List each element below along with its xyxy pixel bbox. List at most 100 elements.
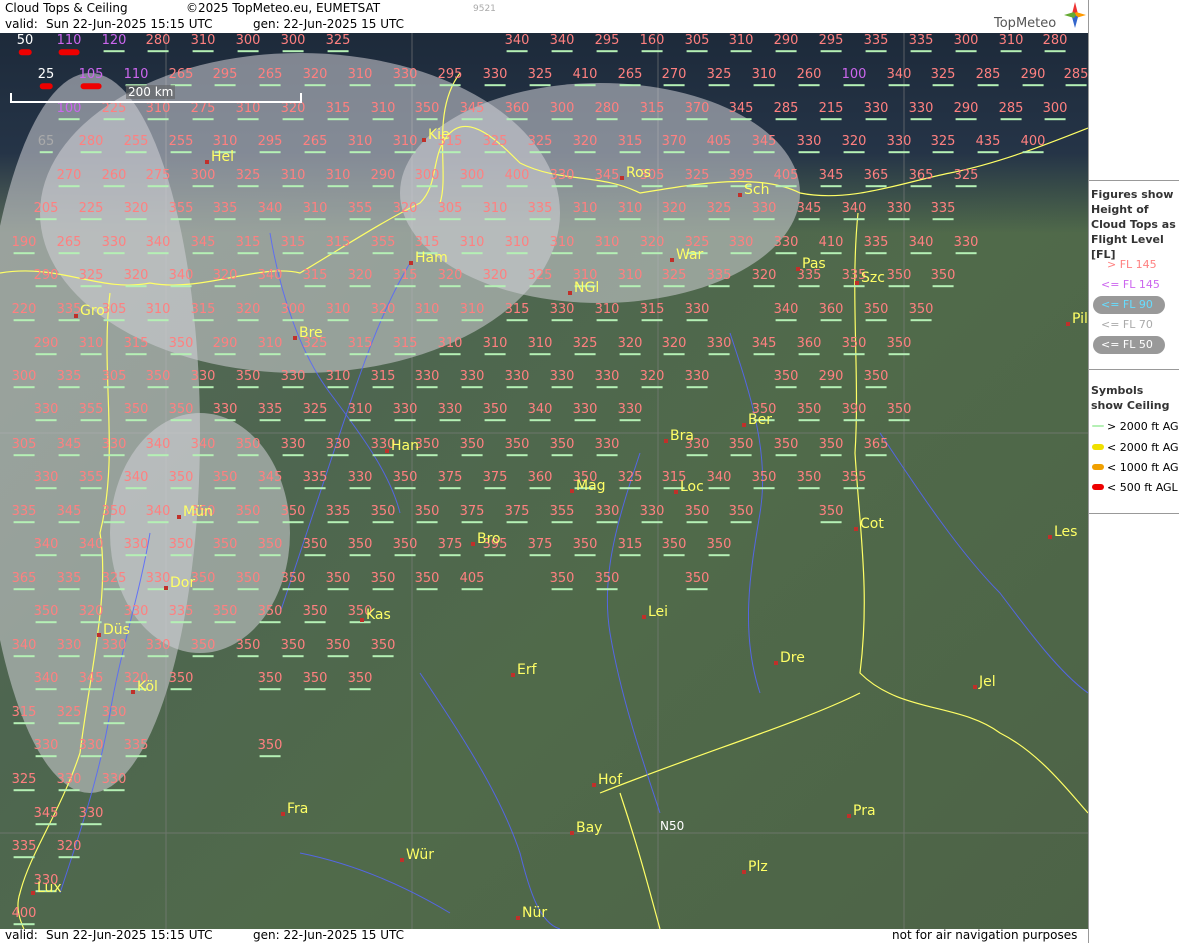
ceiling-symbol: [192, 118, 214, 121]
ceiling-symbol: [1044, 118, 1066, 121]
city-dot: [670, 258, 674, 262]
cloud-top-value: 260: [797, 68, 821, 87]
cloud-top-value: 330: [685, 370, 709, 389]
cloud-top-value: 110: [57, 34, 81, 56]
ceiling-symbol: [865, 454, 887, 457]
cloud-top-value: 365: [12, 572, 36, 591]
cloud-top-value: 335: [528, 202, 552, 221]
cloud-top-value: 350: [729, 505, 753, 524]
ceiling-symbol: [775, 185, 797, 188]
cloud-top-value: 310: [371, 102, 395, 121]
ceiling-symbol: [13, 386, 35, 389]
ceiling-symbol: [865, 386, 887, 389]
ceiling-symbol: [529, 218, 551, 221]
ceiling-symbol: [304, 554, 326, 557]
ceiling-symbol: [214, 419, 236, 422]
ceiling-symbol: [641, 118, 663, 121]
cloud-top-value: 300: [1043, 102, 1067, 121]
city-label: Lei: [642, 604, 668, 620]
cloud-top-value: 320: [662, 337, 686, 356]
ceiling-symbol: [663, 285, 685, 288]
ceiling-symbol: [80, 554, 102, 557]
cloud-top-value: 330: [438, 403, 462, 422]
ceiling-symbol: [619, 151, 641, 154]
cloud-top-value: 315: [348, 337, 372, 356]
cloud-top-value: 325: [57, 706, 81, 725]
ceiling-symbol: [259, 218, 281, 221]
ceiling-symbol: [80, 419, 102, 422]
ceiling-symbol: [170, 688, 192, 691]
cloud-top-value: 340: [191, 438, 215, 457]
cloud-top-value: 290: [1021, 68, 1045, 87]
cloud-top-value: 310: [326, 303, 350, 322]
cloud-top-value: 330: [595, 505, 619, 524]
cloud-top-value: 345: [79, 672, 103, 691]
cloud-top-value: 350: [887, 403, 911, 422]
cloud-top-value: 265: [258, 68, 282, 87]
cloud-top-value: 350: [415, 102, 439, 121]
cloud-top-value: 315: [393, 337, 417, 356]
ceiling-symbol: [955, 185, 977, 188]
symbol-label-1: > 2000 ft AGL: [1107, 420, 1179, 433]
cloud-top-value: 330: [505, 370, 529, 389]
city-dot: [281, 812, 285, 816]
symbol-below-2000: [1092, 444, 1104, 450]
cloud-top-value: 310: [348, 135, 372, 154]
cloud-top-value: 315: [281, 236, 305, 255]
ceiling-symbol: [484, 218, 506, 221]
cloud-top-value: 325: [79, 269, 103, 288]
compass-logo-icon: [1064, 2, 1086, 28]
ceiling-symbol: [686, 588, 708, 591]
cloud-top-value: 330: [752, 202, 776, 221]
city-label: Erf: [511, 662, 537, 678]
ceiling-symbol: [170, 218, 192, 221]
cloud-top-value: 405: [460, 572, 484, 591]
ceiling-symbol: [103, 386, 125, 389]
cloud-top-value: 325: [707, 68, 731, 87]
ceiling-symbol: [282, 588, 304, 591]
ceiling-symbol: [753, 285, 775, 288]
ceiling-symbol: [1000, 118, 1022, 121]
ceiling-symbol: [663, 151, 685, 154]
cloud-top-value: 330: [348, 471, 372, 490]
ceiling-symbol: [820, 386, 842, 389]
cloud-top-value: 320: [662, 202, 686, 221]
ceiling-symbol: [58, 856, 80, 859]
cloud-top-value: 325: [483, 135, 507, 154]
cloud-top-value: 300: [236, 34, 260, 53]
ceiling-symbol: [484, 487, 506, 490]
ceiling-symbol: [327, 118, 349, 121]
cloud-top-value: 355: [169, 202, 193, 221]
ceiling-symbol: [461, 252, 483, 255]
ceiling-symbol: [461, 454, 483, 457]
ceiling-symbol: [394, 554, 416, 557]
cloud-top-value: 330: [79, 739, 103, 758]
city-dot: [385, 449, 389, 453]
cloud-top-value: 350: [371, 572, 395, 591]
ceiling-symbol: [125, 755, 147, 758]
city-label: Bro: [471, 531, 501, 547]
ceiling-symbol: [529, 84, 551, 87]
ceiling-symbol: [237, 185, 259, 188]
ceiling-symbol: [932, 218, 954, 221]
cloud-top-value: 315: [640, 102, 664, 121]
satellite-map[interactable]: 50 110 120 280 310 300 300 325 340 340 295 160 305 31…: [0, 33, 1088, 929]
cloud-top-value: 315: [236, 236, 260, 255]
cloud-top-value: 345: [57, 505, 81, 524]
cloud-top-value: 320: [483, 269, 507, 288]
cloud-top-value: 325: [931, 68, 955, 87]
city-dot: [205, 160, 209, 164]
ceiling-symbol: [103, 588, 125, 591]
ceiling-symbol: [372, 521, 394, 524]
ceiling-symbol: [708, 84, 730, 87]
cloud-top-value: 350: [236, 639, 260, 658]
ceiling-symbol: [1065, 84, 1087, 87]
cloud-top-value: 340: [12, 639, 36, 658]
ceiling-symbol: [910, 319, 932, 322]
city-dot: [400, 858, 404, 862]
cloud-top-value: 350: [887, 337, 911, 356]
cloud-top-value: 310: [236, 102, 260, 121]
ceiling-symbol: [955, 50, 977, 53]
city-dot: [855, 281, 859, 285]
ceiling-symbol: [58, 386, 80, 389]
